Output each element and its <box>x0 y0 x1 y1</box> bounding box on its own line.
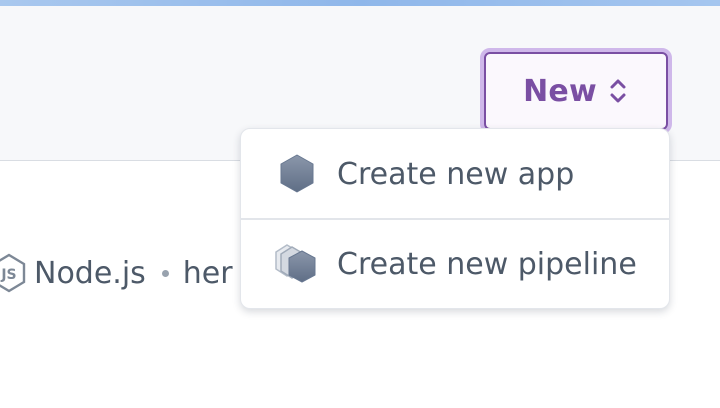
menu-item-label: Create new pipeline <box>337 246 637 282</box>
new-button-inner: New <box>484 52 668 130</box>
app-context-row: JS Node.js her <box>0 248 233 298</box>
new-dropdown-menu: Create new app Create new pipeline <box>240 128 670 309</box>
app-hexagon-icon <box>275 152 319 196</box>
secondary-context-text: her <box>182 255 233 291</box>
app-root: New JS Node.js her Create new app Create… <box>0 0 720 408</box>
separator-dot <box>161 269 169 277</box>
runtime-label: Node.js <box>34 255 146 291</box>
menu-item-create-app[interactable]: Create new app <box>241 129 669 219</box>
svg-text:JS: JS <box>0 267 16 283</box>
nodejs-icon: JS <box>0 253 26 293</box>
new-button[interactable]: New <box>480 48 672 134</box>
menu-item-label: Create new app <box>337 156 575 192</box>
pipeline-stack-icon <box>275 242 319 286</box>
menu-item-create-pipeline[interactable]: Create new pipeline <box>241 219 669 308</box>
chevron-up-down-icon <box>607 76 629 106</box>
new-button-label: New <box>523 73 597 109</box>
